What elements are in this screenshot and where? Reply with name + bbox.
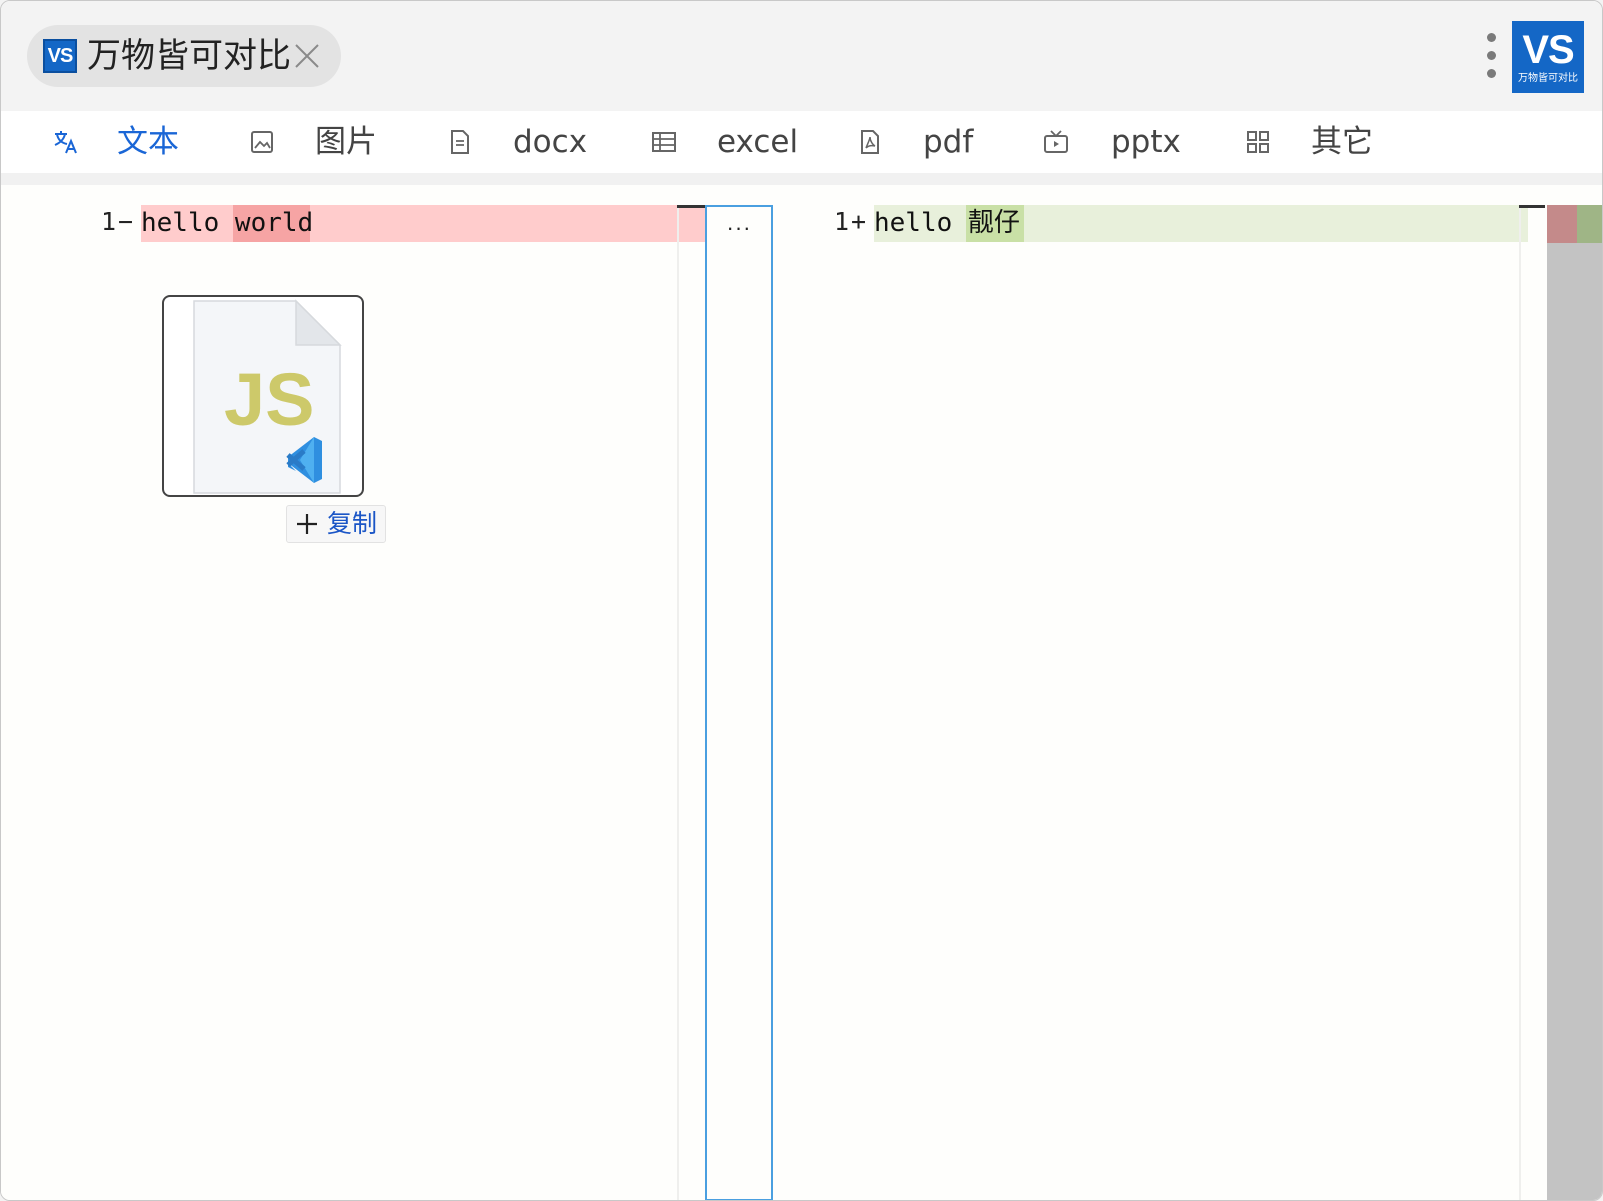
js-file-icon: JS <box>193 299 342 494</box>
ruler-marker <box>1519 205 1545 208</box>
tv-icon <box>1044 130 1068 153</box>
tab-text-label: 文本 <box>117 124 179 160</box>
app-window: VS 万物皆可对比 VS 万物皆可对比 文本 图片 docx excel pdf… <box>0 0 1603 1201</box>
tab-other-label: 其它 <box>1311 124 1373 160</box>
tab-pptx-label: pptx <box>1111 124 1181 160</box>
original-pane[interactable]: 1 − hello world JS 复制 <box>1 185 705 1200</box>
pdf-icon <box>861 130 879 154</box>
image-icon <box>251 131 273 153</box>
code-text-plain: hello <box>141 208 235 238</box>
overview-inserted-marker <box>1577 205 1602 243</box>
diff-gutter-actions[interactable]: ··· <box>705 205 773 1200</box>
file-thumbnail[interactable]: JS <box>162 295 364 497</box>
code-text-inserted: 靓仔 <box>967 208 1020 238</box>
app-logo-text: VS <box>1522 28 1574 72</box>
inserted-marker: + <box>851 207 867 236</box>
code-line[interactable]: hello world <box>141 205 313 241</box>
table-icon <box>652 132 676 152</box>
app-logo: VS 万物皆可对比 <box>1512 21 1584 93</box>
translate-icon <box>54 131 77 154</box>
line-number: 1 <box>101 207 117 236</box>
close-icon[interactable] <box>293 42 321 70</box>
overview-deleted-marker <box>1547 205 1577 243</box>
tab-main[interactable]: VS 万物皆可对比 <box>27 25 341 87</box>
tab-title: 万物皆可对比 <box>87 36 291 76</box>
app-logo-subtitle: 万物皆可对比 <box>1518 73 1578 84</box>
code-text-plain: hello <box>874 208 968 238</box>
ruler-marker <box>677 205 705 208</box>
copy-button-label: 复制 <box>327 509 378 538</box>
more-actions-icon[interactable]: ··· <box>707 215 771 241</box>
tab-logo: VS <box>43 39 77 73</box>
more-menu-icon[interactable] <box>1485 33 1497 79</box>
type-toolbar: 文本 图片 docx excel pdf pptx 其它 <box>1 111 1602 173</box>
diff-editor[interactable]: 1 − hello world JS 复制 ··· 1 + hello 靓仔 <box>1 185 1602 1200</box>
title-bar: VS 万物皆可对比 VS 万物皆可对比 <box>1 1 1602 111</box>
line-length-ruler <box>677 205 679 1200</box>
line-length-ruler <box>1519 205 1521 1200</box>
js-badge: JS <box>224 358 315 441</box>
document-icon <box>451 130 469 154</box>
tab-image-label: 图片 <box>315 124 377 160</box>
modified-pane[interactable]: 1 + hello 靓仔 <box>776 185 1602 1200</box>
grid-icon <box>1247 131 1269 153</box>
tab-pdf-label: pdf <box>923 124 974 160</box>
line-number: 1 <box>834 207 850 236</box>
deleted-marker: − <box>118 207 134 236</box>
copy-button[interactable]: 复制 <box>286 505 386 543</box>
overview-ruler-scrollbar[interactable] <box>1547 205 1602 1200</box>
tab-excel-label: excel <box>717 124 799 160</box>
plus-icon <box>297 514 317 534</box>
code-line[interactable]: hello 靓仔 <box>874 205 1020 241</box>
tab-docx-label: docx <box>513 124 588 160</box>
toolbar-divider <box>1 173 1602 185</box>
code-text-deleted: world <box>234 208 314 238</box>
